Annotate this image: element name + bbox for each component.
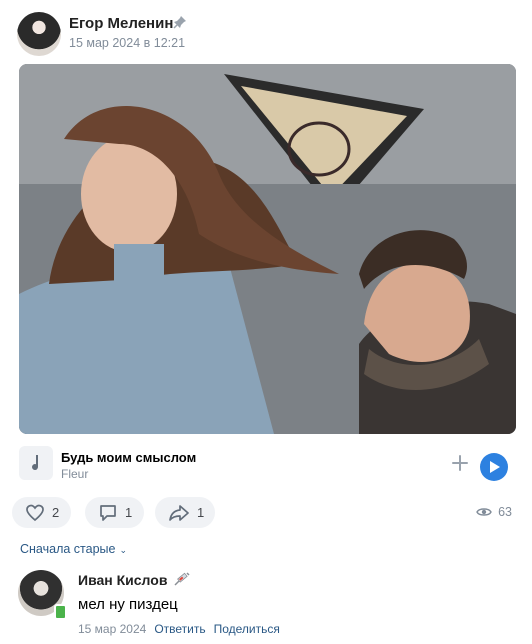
share-link[interactable]: Поделиться <box>214 622 280 636</box>
track-artist[interactable]: Fleur <box>61 467 88 481</box>
comment-text: мел ну пиздец <box>78 596 178 613</box>
music-note-icon <box>19 446 53 480</box>
track-title[interactable]: Будь моим смыслом <box>61 450 196 465</box>
comment-item: Иван Кислов мел ну пиздец 15 мар 2024 Отв… <box>18 568 518 638</box>
share-button[interactable]: 1 <box>155 497 215 528</box>
comment-date[interactable]: 15 мар 2024 <box>78 622 146 636</box>
pin-icon <box>173 16 186 29</box>
likes-count: 2 <box>52 505 60 520</box>
eye-icon <box>476 508 492 516</box>
post-header: Егор Меленин 15 мар 2024 в 12:21 <box>17 12 517 56</box>
syringe-emoji-icon <box>174 572 190 586</box>
post-photo[interactable] <box>19 64 516 434</box>
heart-icon <box>26 504 44 522</box>
author-avatar[interactable] <box>17 12 61 56</box>
comments-count: 1 <box>125 505 133 520</box>
comment-button[interactable]: 1 <box>85 497 144 528</box>
comment-meta: 15 мар 2024 Ответить Поделиться <box>78 622 280 636</box>
comment-icon <box>100 505 116 521</box>
play-icon <box>490 461 500 473</box>
views-count: 63 <box>498 505 512 519</box>
commenter-name[interactable]: Иван Кислов <box>78 572 167 588</box>
share-icon <box>169 505 189 521</box>
add-track-icon[interactable] <box>449 452 471 474</box>
photo-image <box>19 64 516 434</box>
like-button[interactable]: 2 <box>12 497 71 528</box>
post-date[interactable]: 15 мар 2024 в 12:21 <box>69 36 185 50</box>
shares-count: 1 <box>197 505 205 520</box>
post-actions: 2 1 1 63 <box>12 497 522 529</box>
comments-sort-dropdown[interactable]: Сначала старые ⌄ <box>20 542 127 556</box>
play-button[interactable] <box>480 453 508 481</box>
sort-label: Сначала старые <box>20 542 116 556</box>
views-counter: 63 <box>476 505 512 519</box>
mobile-online-icon <box>54 604 67 620</box>
audio-attachment[interactable]: Будь моим смыслом Fleur <box>19 446 516 486</box>
reply-link[interactable]: Ответить <box>154 622 205 636</box>
chevron-down-icon: ⌄ <box>119 545 128 555</box>
author-name[interactable]: Егор Меленин <box>69 15 173 32</box>
